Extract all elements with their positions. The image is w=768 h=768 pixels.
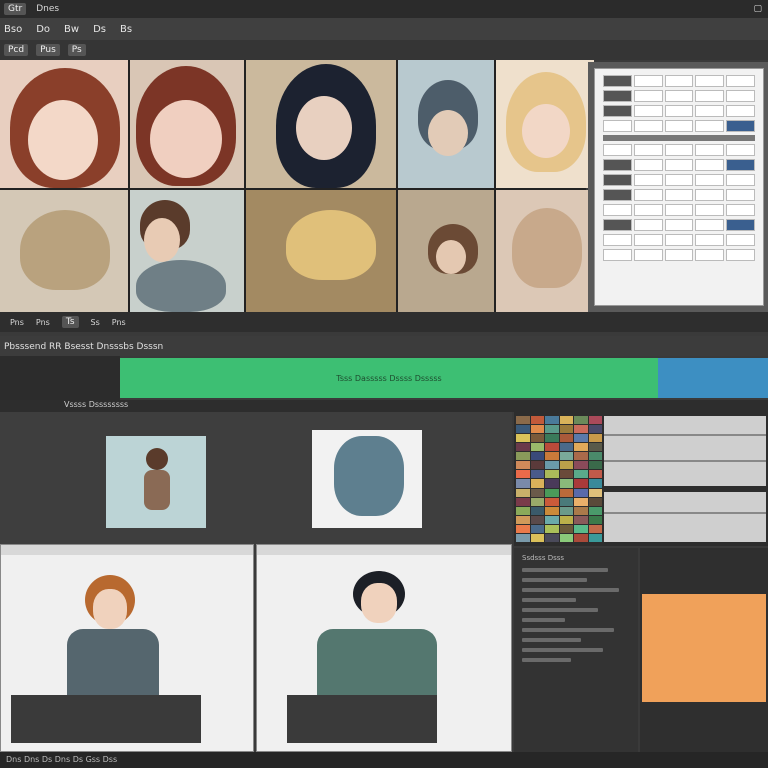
timeline-item[interactable]: Pns bbox=[112, 318, 126, 327]
app-window: Gtr Dnes ▢ Bso Do Bw Ds Bs Pcd Pus Ps Pn… bbox=[0, 0, 768, 768]
thumbnail[interactable] bbox=[130, 190, 244, 312]
preview-card[interactable] bbox=[106, 436, 206, 528]
thumbnail[interactable] bbox=[246, 190, 396, 312]
status-bar: Dns Dns Ds Dns Ds Gss Dss bbox=[0, 752, 768, 768]
thumbnail[interactable] bbox=[496, 60, 594, 188]
code-panel[interactable]: Ssdsss Dsss bbox=[514, 548, 638, 752]
thumbnail-grid bbox=[0, 60, 594, 312]
tool-button[interactable]: Ps bbox=[67, 44, 86, 56]
tool-button[interactable]: Pus bbox=[36, 44, 60, 56]
green-status-bar[interactable]: Tsss Dasssss Dssss Dsssss bbox=[120, 358, 658, 398]
menu-bar: Bso Do Bw Ds Bs bbox=[0, 18, 768, 40]
timeline-item[interactable]: Ts bbox=[61, 316, 79, 328]
menu-item[interactable]: Do bbox=[36, 24, 50, 35]
orange-canvas[interactable] bbox=[642, 594, 766, 702]
thumbnail[interactable] bbox=[496, 190, 594, 312]
thumbnail[interactable] bbox=[246, 60, 396, 188]
timeline-item[interactable]: Pns bbox=[36, 318, 50, 327]
thumbnail[interactable] bbox=[398, 60, 494, 188]
titlebar-item[interactable]: Gtr bbox=[4, 3, 27, 15]
waveform-lines[interactable] bbox=[604, 416, 766, 542]
title-bar: Gtr Dnes ▢ bbox=[0, 0, 768, 18]
timeline-item[interactable]: Ss bbox=[91, 318, 100, 327]
preview-area bbox=[0, 412, 512, 544]
color-swatch-grid[interactable] bbox=[516, 416, 602, 542]
preview-card[interactable] bbox=[312, 430, 422, 528]
thumbnail[interactable] bbox=[0, 60, 128, 188]
code-panel-title: Ssdsss Dsss bbox=[522, 554, 565, 562]
window-title-bar[interactable] bbox=[1, 545, 253, 555]
canvas-window[interactable] bbox=[256, 544, 512, 752]
menu-item[interactable]: Bw bbox=[64, 24, 79, 35]
thumbnail[interactable] bbox=[398, 190, 494, 312]
subheader: Vssss Dssssssss bbox=[0, 400, 768, 412]
thumbnail[interactable] bbox=[0, 190, 128, 312]
timeline-bar: Pns Pns Ts Ss Pns bbox=[0, 312, 768, 332]
blue-panel[interactable] bbox=[658, 358, 768, 398]
orange-preview-panel bbox=[640, 548, 768, 752]
data-sheet[interactable] bbox=[594, 68, 764, 306]
window-controls[interactable]: ▢ bbox=[753, 4, 762, 14]
section-label: Pbsssend RR Bsesst Dnsssbs Dsssn bbox=[0, 336, 768, 356]
left-tool-panel[interactable] bbox=[0, 356, 120, 400]
canvas-window[interactable] bbox=[0, 544, 254, 752]
menu-item[interactable]: Bs bbox=[120, 24, 132, 35]
thumbnail[interactable] bbox=[130, 60, 244, 188]
tool-button[interactable]: Pcd bbox=[4, 44, 29, 56]
window-title-bar[interactable] bbox=[257, 545, 511, 555]
menu-item[interactable]: Bso bbox=[4, 24, 22, 35]
data-panel bbox=[514, 412, 768, 546]
titlebar-item[interactable]: Dnes bbox=[36, 4, 59, 14]
timeline-item[interactable]: Pns bbox=[10, 318, 24, 327]
tool-bar: Pcd Pus Ps bbox=[0, 40, 768, 60]
sheet-panel bbox=[588, 62, 768, 312]
menu-item[interactable]: Ds bbox=[93, 24, 106, 35]
